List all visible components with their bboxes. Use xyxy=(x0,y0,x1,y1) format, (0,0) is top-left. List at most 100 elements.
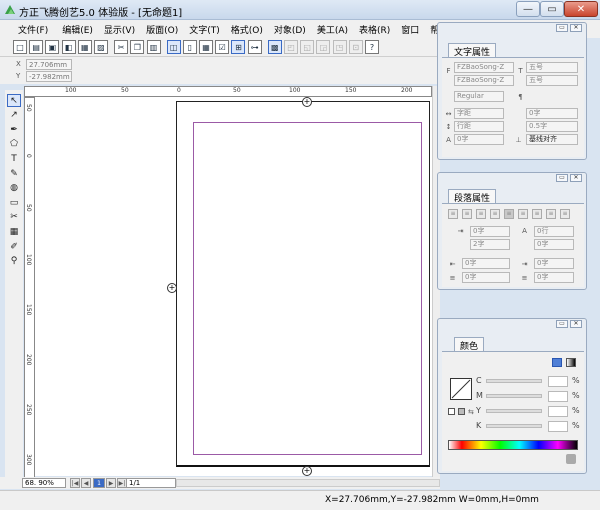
menu-item[interactable]: 对象(D) xyxy=(270,23,310,36)
menu-item[interactable]: 版面(O) xyxy=(142,23,182,36)
line-spacing-value[interactable]: 0.5字 xyxy=(526,121,578,132)
left-indent-field[interactable]: 0字 xyxy=(462,258,510,269)
no-color-swatch[interactable] xyxy=(450,378,472,400)
horizontal-ruler[interactable]: 10050050100150200250 xyxy=(24,86,432,97)
drop-chars-field[interactable]: 0字 xyxy=(534,239,574,250)
pencil-icon[interactable]: ✎ xyxy=(7,167,21,180)
fill-icon[interactable]: ◍ xyxy=(7,182,21,195)
first-page-icon[interactable]: |◀ xyxy=(70,478,80,488)
delete-color-icon[interactable] xyxy=(566,454,576,464)
spacing-value[interactable]: 0字 xyxy=(526,108,578,119)
scissors-icon[interactable]: ✂ xyxy=(7,211,21,224)
bottom-handle-icon[interactable]: + xyxy=(302,466,312,476)
minimize-button[interactable]: — xyxy=(516,1,540,17)
gradient-mode-icon[interactable] xyxy=(566,358,576,367)
next-page-icon[interactable]: ▶ xyxy=(106,478,116,488)
align-center-icon[interactable]: ≡ xyxy=(462,209,472,219)
link-icon[interactable]: ⊶ xyxy=(247,40,262,54)
align-last-icon[interactable]: ≡ xyxy=(532,209,542,219)
distribute-icon[interactable]: ◳ xyxy=(332,40,347,54)
color-spectrum[interactable] xyxy=(448,440,578,450)
font-field-1[interactable]: FZBaoSong-Z xyxy=(454,62,514,73)
align-right-icon[interactable]: ◲ xyxy=(316,40,331,54)
panel-collapse-icon[interactable]: ▭ xyxy=(556,24,568,32)
channel-slider[interactable] xyxy=(486,394,542,398)
x-coord-field[interactable]: 27.706mm xyxy=(26,59,72,70)
stroke-swatch[interactable] xyxy=(458,408,465,415)
frame-icon[interactable]: ⊞ xyxy=(231,40,246,54)
first-indent-field[interactable]: 0字 xyxy=(470,226,510,237)
pen-icon[interactable]: ✒ xyxy=(7,123,21,136)
spacing-select[interactable]: 字距 xyxy=(454,108,504,119)
align-justify-icon[interactable]: ≡ xyxy=(490,209,500,219)
channel-slider[interactable] xyxy=(486,424,542,428)
open-icon[interactable]: ▤ xyxy=(29,40,44,54)
right-indent-field[interactable]: 0字 xyxy=(534,258,574,269)
indent-field-2[interactable]: 2字 xyxy=(470,239,510,250)
save-all-icon[interactable]: ◧ xyxy=(61,40,76,54)
align-center-icon[interactable]: ◱ xyxy=(300,40,315,54)
font-style-select[interactable]: Regular xyxy=(454,91,504,102)
menu-item[interactable]: 窗口 xyxy=(397,23,423,36)
zoom-icon[interactable]: ⚲ xyxy=(7,255,21,268)
panel-close-icon[interactable]: ✕ xyxy=(570,320,582,328)
vertical-ruler[interactable]: 50 0 50 100 150 200 250 300 xyxy=(24,97,35,479)
menu-item[interactable]: 文字(T) xyxy=(185,23,224,36)
menu-item[interactable]: 表格(R) xyxy=(355,23,394,36)
channel-value-field[interactable] xyxy=(548,376,568,387)
align-right-icon[interactable]: ≡ xyxy=(476,209,486,219)
align-distribute-icon[interactable]: ≡ xyxy=(560,209,570,219)
channel-slider[interactable] xyxy=(486,379,542,383)
polygon-icon[interactable]: ⬠ xyxy=(7,138,21,151)
baseline-align-select[interactable]: 基线对齐 xyxy=(526,134,578,145)
menu-item[interactable]: 编辑(E) xyxy=(58,23,97,36)
space-before-field[interactable]: 0字 xyxy=(462,272,510,283)
select-arrow-icon[interactable]: ↖ xyxy=(7,94,21,107)
panel-collapse-icon[interactable]: ▭ xyxy=(556,320,568,328)
panel-collapse-icon[interactable]: ▭ xyxy=(556,174,568,182)
help-icon[interactable]: ? xyxy=(364,40,379,54)
eyedropper-icon[interactable]: ✐ xyxy=(7,240,21,253)
align-full-icon[interactable]: ≡ xyxy=(504,209,514,219)
print-preview-icon[interactable]: ▨ xyxy=(93,40,108,54)
fill-swatch[interactable] xyxy=(448,408,455,415)
top-handle-icon[interactable]: + xyxy=(302,97,312,107)
drop-lines-field[interactable]: 0行 xyxy=(534,226,574,237)
text-icon[interactable]: T xyxy=(7,152,21,165)
page-icon[interactable]: ▯ xyxy=(182,40,197,54)
y-coord-field[interactable]: -27.982mm xyxy=(26,71,72,82)
channel-value-field[interactable] xyxy=(548,391,568,402)
size-field-2[interactable]: 五号 xyxy=(526,75,578,86)
prev-page-icon[interactable]: ◀ xyxy=(81,478,91,488)
save-icon[interactable]: ▣ xyxy=(45,40,60,54)
direct-select-icon[interactable]: ↗ xyxy=(7,109,21,122)
color-mode-icon[interactable] xyxy=(552,358,562,367)
close-button[interactable]: ✕ xyxy=(564,1,598,17)
current-page-button[interactable]: 1 xyxy=(93,478,105,488)
baseline-shift-field[interactable]: 0字 xyxy=(454,134,504,145)
channel-value-field[interactable] xyxy=(548,421,568,432)
paste-icon[interactable]: ▥ xyxy=(146,40,161,54)
font-field-2[interactable]: FZBaoSong-Z xyxy=(454,75,514,86)
panel-close-icon[interactable]: ✕ xyxy=(570,24,582,32)
align-force-icon[interactable]: ≡ xyxy=(518,209,528,219)
gradient-icon[interactable]: ▦ xyxy=(7,225,21,238)
copy-icon[interactable]: ❐ xyxy=(130,40,145,54)
print-icon[interactable]: ▦ xyxy=(77,40,92,54)
horizontal-scrollbar[interactable] xyxy=(176,479,440,487)
panel-close-icon[interactable]: ✕ xyxy=(570,174,582,182)
align-left-icon[interactable]: ◰ xyxy=(284,40,298,54)
cut-icon[interactable]: ✂ xyxy=(114,40,129,54)
channel-value-field[interactable] xyxy=(548,406,568,417)
channel-slider[interactable] xyxy=(486,409,542,413)
menu-item[interactable]: 格式(O) xyxy=(227,23,267,36)
swap-icon[interactable]: ⇆ xyxy=(468,408,474,416)
text-flow-icon[interactable]: ◫ xyxy=(166,40,181,54)
line-spacing-select[interactable]: 行距 xyxy=(454,121,504,132)
menu-item[interactable]: 文件(F) xyxy=(14,23,52,36)
maximize-button[interactable]: ▭ xyxy=(540,1,564,17)
new-icon[interactable]: □ xyxy=(13,40,27,54)
check-icon[interactable]: ☑ xyxy=(215,40,230,54)
zoom-field[interactable]: 68. 90% xyxy=(22,478,66,488)
size-field-1[interactable]: 五号 xyxy=(526,62,578,73)
